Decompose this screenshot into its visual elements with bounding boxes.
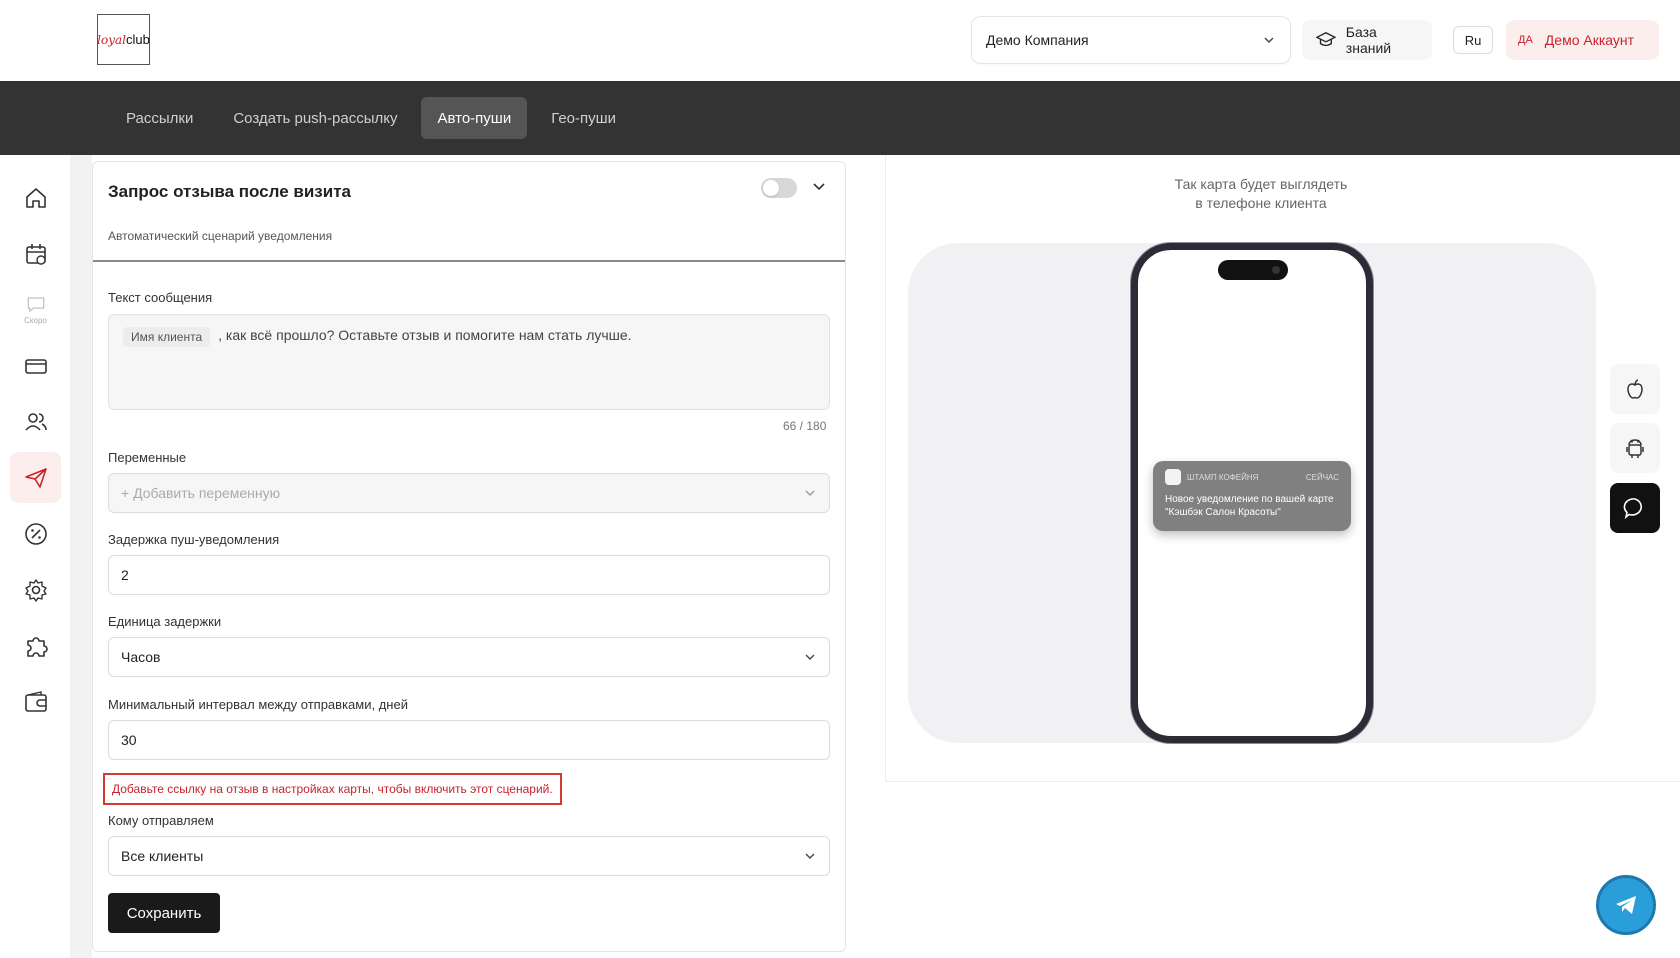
message-textarea[interactable]: Имя клиента , как всё прошло? Оставьте о… bbox=[108, 314, 830, 410]
sidebar-item-chat[interactable]: Скоро bbox=[10, 284, 61, 335]
sidebar-item-cards[interactable] bbox=[10, 340, 61, 391]
content-background bbox=[70, 155, 92, 958]
tab-geo-push[interactable]: Гео-пуши bbox=[535, 97, 632, 139]
logo-text-loyal: loyal bbox=[97, 32, 126, 47]
avatar: ДА bbox=[1518, 34, 1533, 46]
platform-android-button[interactable] bbox=[1610, 423, 1660, 473]
chevron-down-icon[interactable] bbox=[809, 176, 829, 196]
sidebar-item-chat-note: Скоро bbox=[24, 315, 47, 325]
sidebar-item-calendar[interactable] bbox=[10, 228, 61, 279]
puzzle-icon bbox=[26, 636, 48, 657]
notification-time: СЕЙЧАС bbox=[1305, 472, 1339, 482]
message-text: , как всё прошло? Оставьте отзыв и помог… bbox=[218, 327, 632, 343]
knowledge-base-label: База знаний bbox=[1345, 24, 1392, 56]
toggle-knob bbox=[763, 180, 779, 196]
recipients-select[interactable]: Все клиенты bbox=[108, 836, 830, 876]
company-select-value: Демо Компания bbox=[986, 32, 1089, 48]
sidebar-item-mailings[interactable] bbox=[10, 452, 61, 503]
top-nav: Рассылки Создать push-рассылку Авто-пуши… bbox=[0, 81, 1680, 155]
preview-caption: Так карта будет выглядеть в телефоне кли… bbox=[1141, 175, 1381, 213]
sidebar-item-settings[interactable] bbox=[10, 564, 61, 615]
account-name: Демо Аккаунт bbox=[1544, 32, 1635, 48]
chat-icon bbox=[27, 297, 44, 312]
sidebar-item-discounts[interactable] bbox=[10, 508, 61, 559]
platform-ios-button[interactable] bbox=[1610, 364, 1660, 414]
recipients-value: Все клиенты bbox=[121, 848, 204, 864]
sidebar-item-wallet[interactable] bbox=[10, 676, 61, 727]
variables-label: Переменные bbox=[108, 450, 187, 465]
variables-select[interactable]: + Добавить переменную bbox=[108, 473, 830, 513]
preview-caption-line2: в телефоне клиента bbox=[1195, 195, 1327, 211]
variables-placeholder: + Добавить переменную bbox=[121, 485, 281, 501]
account-button[interactable]: ДА Демо Аккаунт bbox=[1506, 20, 1659, 60]
delay-unit-select[interactable]: Часов bbox=[108, 637, 830, 677]
delay-unit-label: Единица задержки bbox=[108, 614, 222, 629]
delay-value: 2 bbox=[121, 567, 129, 583]
scenario-form: Запрос отзыва после визита Автоматически… bbox=[92, 161, 846, 952]
tab-create-push[interactable]: Создать push-рассылку bbox=[217, 97, 413, 139]
knowledge-base-button[interactable]: База знаний bbox=[1302, 20, 1432, 60]
language-button[interactable]: Ru bbox=[1453, 26, 1493, 54]
chevron-down-icon bbox=[805, 654, 815, 660]
scenario-header[interactable]: Запрос отзыва после визита Автоматически… bbox=[93, 162, 845, 262]
preview-panel: Так карта будет выглядеть в телефоне кли… bbox=[885, 155, 1680, 782]
char-counter: 66 / 180 bbox=[783, 419, 827, 433]
home-icon bbox=[25, 187, 46, 208]
min-interval-input[interactable]: 30 bbox=[108, 720, 830, 760]
sidebar-item-home[interactable] bbox=[10, 172, 61, 223]
tab-mailings[interactable]: Рассылки bbox=[110, 97, 209, 139]
gear-icon bbox=[24, 578, 47, 602]
company-select[interactable]: Демо Компания bbox=[971, 16, 1291, 64]
notification-app-name: ШТАМП КОФЕЙНЯ bbox=[1187, 472, 1259, 482]
scenario-title: Запрос отзыва после визита bbox=[108, 182, 351, 201]
delay-input[interactable]: 2 bbox=[108, 555, 830, 595]
scenario-subtitle: Автоматический сценарий уведомления bbox=[108, 229, 333, 243]
sidebar-item-clients[interactable] bbox=[10, 396, 61, 447]
card-icon bbox=[24, 358, 47, 374]
platform-sms-button[interactable] bbox=[1610, 483, 1660, 533]
users-icon bbox=[24, 412, 47, 431]
chevron-down-icon bbox=[1264, 37, 1274, 43]
wallet-icon bbox=[24, 690, 47, 712]
dynamic-island bbox=[1218, 260, 1288, 280]
apple-icon bbox=[1627, 379, 1643, 399]
chevron-down-icon bbox=[805, 853, 815, 859]
calendar-icon bbox=[25, 243, 46, 265]
min-interval-label: Минимальный интервал между отправками, д… bbox=[108, 697, 408, 712]
notification-text: Новое уведомление по вашей карте "Кэшбэк… bbox=[1165, 494, 1334, 518]
save-button[interactable]: Сохранить bbox=[108, 893, 220, 933]
min-interval-value: 30 bbox=[121, 732, 137, 748]
delay-unit-value: Часов bbox=[121, 649, 161, 665]
telegram-icon bbox=[1616, 896, 1636, 914]
sidebar: Скоро bbox=[0, 155, 70, 958]
sidebar-item-integrations[interactable] bbox=[10, 620, 61, 671]
chevron-down-icon bbox=[805, 490, 815, 496]
header: loyal club Демо Компания База знаний Ru Д… bbox=[0, 0, 1680, 81]
logo-text-club: club bbox=[126, 32, 150, 47]
camera-dot bbox=[1272, 266, 1280, 274]
variable-chip[interactable]: Имя клиента bbox=[123, 327, 211, 347]
percent-icon bbox=[24, 522, 47, 545]
android-icon bbox=[1626, 439, 1644, 458]
logo[interactable]: loyal club bbox=[97, 14, 150, 65]
preview-caption-line1: Так карта будет выглядеть bbox=[1174, 176, 1348, 192]
phone-mockup: ШТАМП КОФЕЙНЯ СЕЙЧАС Новое уведомление п… bbox=[1131, 243, 1373, 743]
delay-label: Задержка пуш-уведомления bbox=[108, 532, 280, 547]
tab-auto-push[interactable]: Авто-пуши bbox=[421, 97, 528, 139]
app-icon bbox=[1165, 469, 1181, 485]
send-icon bbox=[24, 467, 47, 488]
push-notification-preview: ШТАМП КОФЕЙНЯ СЕЙЧАС Новое уведомление п… bbox=[1153, 461, 1351, 531]
message-icon bbox=[1623, 498, 1642, 520]
scenario-toggle[interactable] bbox=[761, 178, 797, 198]
graduation-cap-icon bbox=[1316, 32, 1336, 47]
recipients-label: Кому отправляем bbox=[108, 813, 214, 828]
telegram-button[interactable] bbox=[1596, 875, 1656, 935]
review-link-warning: Добавьте ссылку на отзыв в настройках ка… bbox=[103, 773, 562, 805]
message-label: Текст сообщения bbox=[108, 290, 213, 305]
notification-header: ШТАМП КОФЕЙНЯ СЕЙЧАС bbox=[1165, 469, 1339, 485]
